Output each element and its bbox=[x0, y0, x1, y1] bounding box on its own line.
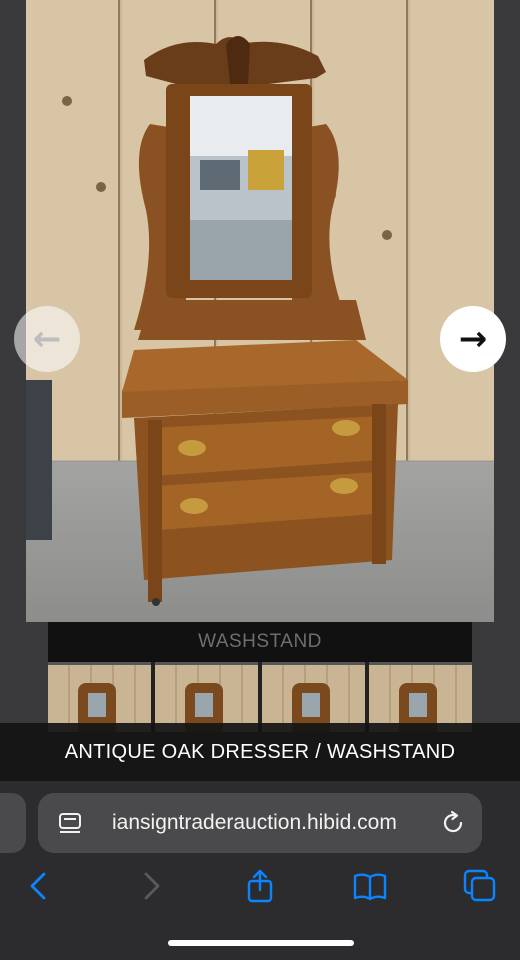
caption-text: ANTIQUE OAK DRESSER / WASHSTAND bbox=[64, 740, 456, 763]
tabs-icon[interactable] bbox=[463, 869, 497, 903]
dresser-illustration bbox=[122, 36, 408, 606]
thumbnail-strip bbox=[48, 662, 472, 732]
thumbnail-item[interactable] bbox=[369, 662, 472, 732]
home-indicator[interactable] bbox=[168, 940, 354, 946]
url-text: iansigntraderauction.hibid.com bbox=[112, 811, 397, 834]
thumbnail-item[interactable] bbox=[262, 662, 365, 732]
previous-image-button[interactable]: ← bbox=[14, 306, 80, 372]
page-menu-icon[interactable] bbox=[58, 811, 82, 835]
thumbnail-item[interactable] bbox=[48, 662, 151, 732]
arrow-left-icon: ← bbox=[32, 319, 62, 359]
reload-icon[interactable] bbox=[440, 810, 466, 836]
main-photo[interactable] bbox=[26, 0, 494, 622]
address-bar[interactable]: iansigntraderauction.hibid.com bbox=[38, 793, 482, 853]
image-caption: ANTIQUE OAK DRESSER / WASHSTAND bbox=[0, 723, 520, 781]
arrow-right-icon: → bbox=[458, 319, 488, 359]
thumbnail-item[interactable] bbox=[155, 662, 258, 732]
browser-toolbar: iansigntraderauction.hibid.com bbox=[0, 781, 520, 960]
forward-chevron-icon[interactable] bbox=[134, 869, 168, 903]
previous-tab-peek[interactable] bbox=[0, 793, 26, 853]
next-image-button[interactable]: → bbox=[440, 306, 506, 372]
back-chevron-icon[interactable] bbox=[22, 869, 56, 903]
thumbnail-title-text: WASHSTAND bbox=[198, 631, 322, 652]
share-icon[interactable] bbox=[243, 869, 277, 903]
bookmarks-icon[interactable] bbox=[353, 869, 387, 903]
thumbnail-title: WASHSTAND bbox=[48, 622, 472, 662]
